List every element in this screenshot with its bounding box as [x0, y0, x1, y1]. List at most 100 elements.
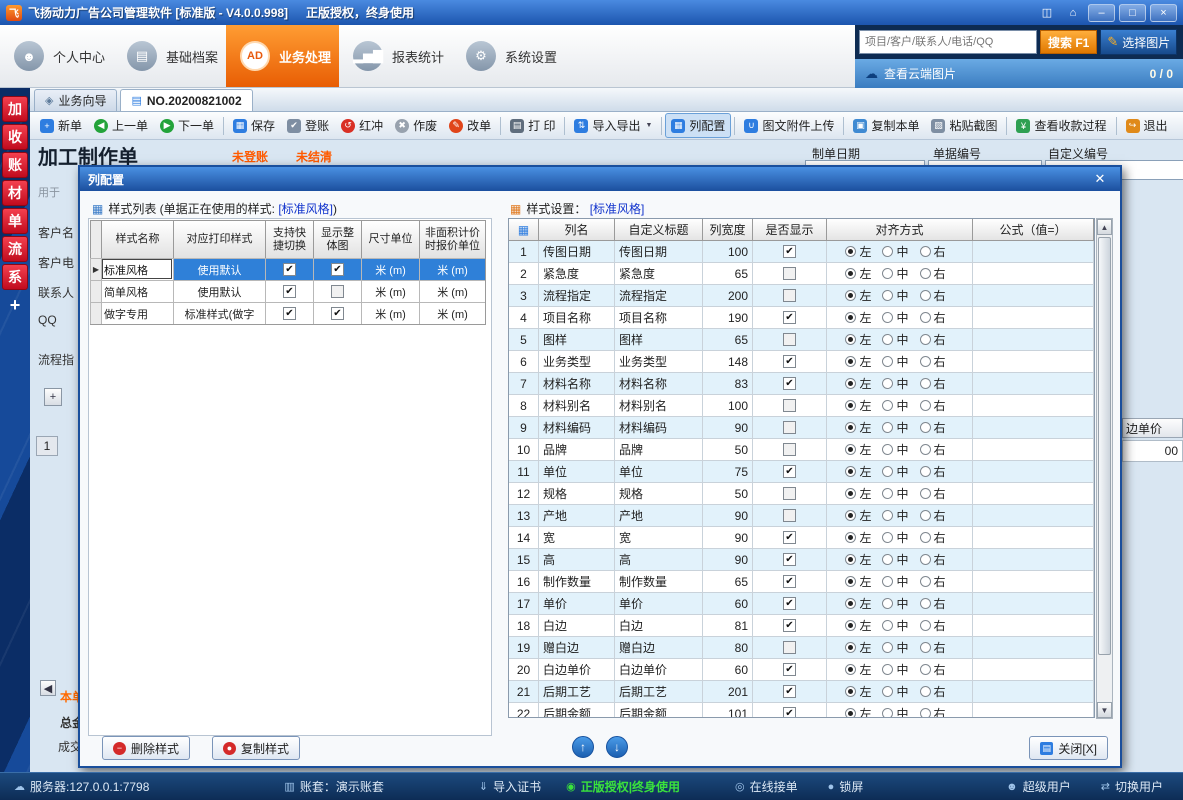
radio-左[interactable] [845, 708, 856, 718]
formula-cell[interactable] [973, 285, 1094, 307]
radio-右[interactable] [920, 400, 931, 411]
settings-row[interactable]: 1传图日期传图日期100✔左中右 [509, 241, 1094, 263]
sidebar-tab-+[interactable]: + [2, 292, 28, 318]
formula-cell[interactable] [973, 637, 1094, 659]
toolbar-退出[interactable]: ↪退出 [1120, 113, 1174, 138]
column-width-cell[interactable]: 201 [703, 681, 753, 703]
checkbox[interactable]: ✔ [283, 285, 296, 298]
settings-row[interactable]: 13产地产地90左中右 [509, 505, 1094, 527]
toolbar-作废[interactable]: ✖作废 [389, 113, 443, 138]
radio-中[interactable] [882, 642, 893, 653]
radio-中[interactable] [882, 466, 893, 477]
formula-cell[interactable] [973, 263, 1094, 285]
column-width-cell[interactable]: 200 [703, 285, 753, 307]
custom-title-cell[interactable]: 高 [615, 549, 703, 571]
settings-row[interactable]: 5图样图样65左中右 [509, 329, 1094, 351]
radio-右[interactable] [920, 334, 931, 345]
custom-title-cell[interactable]: 赠白边 [615, 637, 703, 659]
formula-cell[interactable] [973, 417, 1094, 439]
radio-中[interactable] [882, 510, 893, 521]
radio-右[interactable] [920, 466, 931, 477]
radio-右[interactable] [920, 444, 931, 455]
settings-style-link[interactable]: [标准风格] [590, 202, 645, 216]
formula-cell[interactable] [973, 681, 1094, 703]
radio-左[interactable] [845, 268, 856, 279]
column-width-cell[interactable]: 60 [703, 659, 753, 681]
radio-中[interactable] [882, 664, 893, 675]
sidebar-tab-账[interactable]: 账 [2, 152, 28, 178]
radio-右[interactable] [920, 488, 931, 499]
home-icon[interactable]: ⌂ [1062, 4, 1084, 21]
custom-title-cell[interactable]: 产地 [615, 505, 703, 527]
column-width-cell[interactable]: 50 [703, 483, 753, 505]
radio-左[interactable] [845, 554, 856, 565]
custom-title-cell[interactable]: 流程指定 [615, 285, 703, 307]
toolbar-登账[interactable]: ✔登账 [281, 113, 335, 138]
radio-右[interactable] [920, 312, 931, 323]
sidebar-tab-加[interactable]: 加 [2, 96, 28, 122]
formula-cell[interactable] [973, 615, 1094, 637]
checkbox[interactable]: ✔ [783, 663, 796, 676]
custom-title-cell[interactable]: 规格 [615, 483, 703, 505]
style-name-cell[interactable]: 标准风格 [101, 258, 173, 280]
settings-row[interactable]: 22后期金额后期金额101✔左中右 [509, 703, 1094, 718]
radio-右[interactable] [920, 246, 931, 257]
radio-左[interactable] [845, 290, 856, 301]
toolbar-下一单[interactable]: ▶下一单 [154, 113, 220, 138]
toolbar-打印[interactable]: ▤打 印 [504, 113, 561, 138]
checkbox[interactable]: ✔ [783, 619, 796, 632]
custom-title-cell[interactable]: 紧急度 [615, 263, 703, 285]
tab-NO.20200821002[interactable]: ▤NO.20200821002 [120, 89, 252, 111]
radio-右[interactable] [920, 642, 931, 653]
custom-title-cell[interactable]: 制作数量 [615, 571, 703, 593]
checkbox[interactable]: ✔ [783, 531, 796, 544]
radio-右[interactable] [920, 510, 931, 521]
radio-中[interactable] [882, 444, 893, 455]
radio-中[interactable] [882, 708, 893, 718]
formula-cell[interactable] [973, 241, 1094, 263]
formula-cell[interactable] [973, 307, 1094, 329]
formula-cell[interactable] [973, 395, 1094, 417]
toolbar-列配置[interactable]: ▦列配置 [665, 113, 731, 138]
radio-中[interactable] [882, 686, 893, 697]
radio-左[interactable] [845, 576, 856, 587]
column-width-cell[interactable]: 90 [703, 505, 753, 527]
column-width-cell[interactable]: 81 [703, 615, 753, 637]
status-lock[interactable]: ●锁屏 [828, 778, 864, 795]
radio-右[interactable] [920, 576, 931, 587]
checkbox[interactable]: ✔ [783, 311, 796, 324]
status-switch-user[interactable]: ⇄切换用户 [1101, 778, 1163, 795]
formula-cell[interactable] [973, 373, 1094, 395]
custom-title-cell[interactable]: 材料编码 [615, 417, 703, 439]
custom-title-cell[interactable]: 业务类型 [615, 351, 703, 373]
settings-row[interactable]: 9材料编码材料编码90左中右 [509, 417, 1094, 439]
move-down-button[interactable]: ↓ [606, 736, 628, 758]
settings-row[interactable]: 20白边单价白边单价60✔左中右 [509, 659, 1094, 681]
settings-row[interactable]: 21后期工艺后期工艺201✔左中右 [509, 681, 1094, 703]
settings-row[interactable]: 12规格规格50左中右 [509, 483, 1094, 505]
checkbox[interactable] [783, 443, 796, 456]
radio-中[interactable] [882, 598, 893, 609]
settings-row[interactable]: 11单位单位75✔左中右 [509, 461, 1094, 483]
checkbox[interactable] [783, 267, 796, 280]
sidebar-tab-系[interactable]: 系 [2, 264, 28, 290]
radio-左[interactable] [845, 378, 856, 389]
radio-右[interactable] [920, 532, 931, 543]
formula-cell[interactable] [973, 483, 1094, 505]
radio-中[interactable] [882, 620, 893, 631]
settings-row[interactable]: 2紧急度紧急度65左中右 [509, 263, 1094, 285]
checkbox[interactable]: ✔ [783, 575, 796, 588]
radio-左[interactable] [845, 334, 856, 345]
checkbox[interactable]: ✔ [783, 707, 796, 718]
maximize-icon[interactable]: □ [1119, 4, 1146, 22]
radio-左[interactable] [845, 444, 856, 455]
custom-title-cell[interactable]: 单价 [615, 593, 703, 615]
radio-右[interactable] [920, 268, 931, 279]
status-online-order[interactable]: ◎在线接单 [735, 778, 798, 795]
dialog-titlebar[interactable]: 列配置 ✕ [80, 167, 1120, 191]
settings-row[interactable]: 8材料别名材料别名100左中右 [509, 395, 1094, 417]
tab-业务向导[interactable]: ◈业务向导 [34, 89, 117, 111]
column-width-cell[interactable]: 65 [703, 571, 753, 593]
radio-中[interactable] [882, 532, 893, 543]
checkbox[interactable] [783, 641, 796, 654]
